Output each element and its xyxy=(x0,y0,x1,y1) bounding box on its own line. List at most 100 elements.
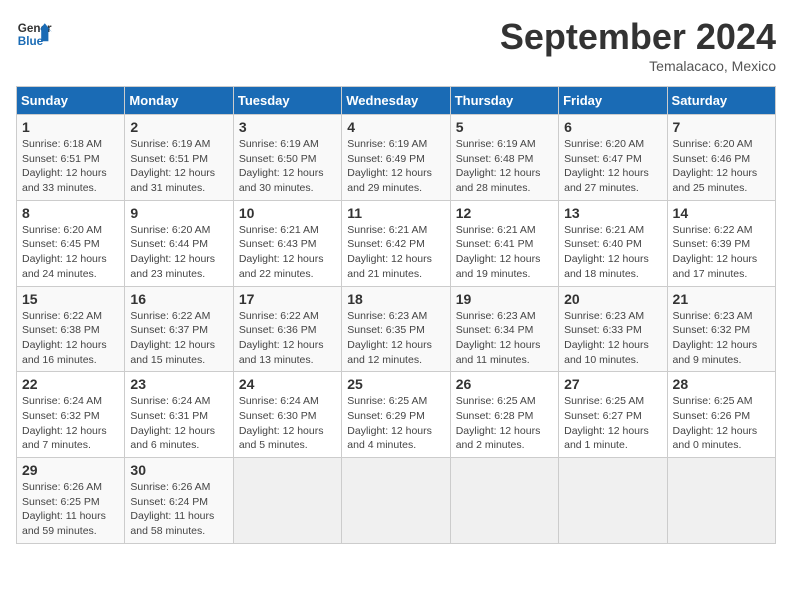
day-info: Sunrise: 6:19 AMSunset: 6:50 PMDaylight:… xyxy=(239,138,324,194)
day-number: 16 xyxy=(130,291,227,307)
calendar-cell xyxy=(342,458,450,544)
day-number: 29 xyxy=(22,462,119,478)
day-number: 27 xyxy=(564,376,661,392)
day-info: Sunrise: 6:26 AMSunset: 6:24 PMDaylight:… xyxy=(130,481,214,537)
day-info: Sunrise: 6:20 AMSunset: 6:47 PMDaylight:… xyxy=(564,138,649,194)
day-number: 9 xyxy=(130,205,227,221)
day-info: Sunrise: 6:21 AMSunset: 6:43 PMDaylight:… xyxy=(239,224,324,280)
day-info: Sunrise: 6:20 AMSunset: 6:46 PMDaylight:… xyxy=(673,138,758,194)
weekday-header-row: Sunday Monday Tuesday Wednesday Thursday… xyxy=(17,87,776,115)
logo: General Blue xyxy=(16,16,52,52)
header-thursday: Thursday xyxy=(450,87,558,115)
day-info: Sunrise: 6:22 AMSunset: 6:37 PMDaylight:… xyxy=(130,310,215,366)
calendar-cell: 24 Sunrise: 6:24 AMSunset: 6:30 PMDaylig… xyxy=(233,372,341,458)
day-info: Sunrise: 6:22 AMSunset: 6:36 PMDaylight:… xyxy=(239,310,324,366)
calendar-cell: 28 Sunrise: 6:25 AMSunset: 6:26 PMDaylig… xyxy=(667,372,775,458)
calendar-cell: 30 Sunrise: 6:26 AMSunset: 6:24 PMDaylig… xyxy=(125,458,233,544)
calendar-week-row: 1 Sunrise: 6:18 AMSunset: 6:51 PMDayligh… xyxy=(17,115,776,201)
calendar-cell: 2 Sunrise: 6:19 AMSunset: 6:51 PMDayligh… xyxy=(125,115,233,201)
calendar-cell xyxy=(559,458,667,544)
day-info: Sunrise: 6:25 AMSunset: 6:29 PMDaylight:… xyxy=(347,395,432,451)
day-number: 25 xyxy=(347,376,444,392)
day-number: 20 xyxy=(564,291,661,307)
calendar-cell: 12 Sunrise: 6:21 AMSunset: 6:41 PMDaylig… xyxy=(450,200,558,286)
calendar-cell: 16 Sunrise: 6:22 AMSunset: 6:37 PMDaylig… xyxy=(125,286,233,372)
day-info: Sunrise: 6:20 AMSunset: 6:44 PMDaylight:… xyxy=(130,224,215,280)
header-monday: Monday xyxy=(125,87,233,115)
day-number: 26 xyxy=(456,376,553,392)
header-tuesday: Tuesday xyxy=(233,87,341,115)
logo-icon: General Blue xyxy=(16,16,52,52)
calendar-cell: 1 Sunrise: 6:18 AMSunset: 6:51 PMDayligh… xyxy=(17,115,125,201)
calendar-cell: 20 Sunrise: 6:23 AMSunset: 6:33 PMDaylig… xyxy=(559,286,667,372)
calendar-cell: 7 Sunrise: 6:20 AMSunset: 6:46 PMDayligh… xyxy=(667,115,775,201)
day-number: 22 xyxy=(22,376,119,392)
day-info: Sunrise: 6:21 AMSunset: 6:40 PMDaylight:… xyxy=(564,224,649,280)
day-info: Sunrise: 6:23 AMSunset: 6:32 PMDaylight:… xyxy=(673,310,758,366)
calendar-cell xyxy=(233,458,341,544)
day-number: 2 xyxy=(130,119,227,135)
calendar-cell: 10 Sunrise: 6:21 AMSunset: 6:43 PMDaylig… xyxy=(233,200,341,286)
calendar-cell: 11 Sunrise: 6:21 AMSunset: 6:42 PMDaylig… xyxy=(342,200,450,286)
title-area: September 2024 Temalacaco, Mexico xyxy=(500,16,776,74)
day-number: 3 xyxy=(239,119,336,135)
day-info: Sunrise: 6:18 AMSunset: 6:51 PMDaylight:… xyxy=(22,138,107,194)
calendar-week-row: 8 Sunrise: 6:20 AMSunset: 6:45 PMDayligh… xyxy=(17,200,776,286)
day-number: 15 xyxy=(22,291,119,307)
day-number: 7 xyxy=(673,119,770,135)
day-info: Sunrise: 6:23 AMSunset: 6:34 PMDaylight:… xyxy=(456,310,541,366)
day-info: Sunrise: 6:21 AMSunset: 6:41 PMDaylight:… xyxy=(456,224,541,280)
day-number: 21 xyxy=(673,291,770,307)
day-info: Sunrise: 6:26 AMSunset: 6:25 PMDaylight:… xyxy=(22,481,106,537)
calendar-cell: 26 Sunrise: 6:25 AMSunset: 6:28 PMDaylig… xyxy=(450,372,558,458)
day-info: Sunrise: 6:19 AMSunset: 6:51 PMDaylight:… xyxy=(130,138,215,194)
day-number: 10 xyxy=(239,205,336,221)
day-number: 13 xyxy=(564,205,661,221)
calendar-cell xyxy=(450,458,558,544)
day-info: Sunrise: 6:22 AMSunset: 6:39 PMDaylight:… xyxy=(673,224,758,280)
calendar-cell: 27 Sunrise: 6:25 AMSunset: 6:27 PMDaylig… xyxy=(559,372,667,458)
header-saturday: Saturday xyxy=(667,87,775,115)
calendar-table: Sunday Monday Tuesday Wednesday Thursday… xyxy=(16,86,776,544)
day-info: Sunrise: 6:23 AMSunset: 6:33 PMDaylight:… xyxy=(564,310,649,366)
day-info: Sunrise: 6:24 AMSunset: 6:32 PMDaylight:… xyxy=(22,395,107,451)
day-info: Sunrise: 6:22 AMSunset: 6:38 PMDaylight:… xyxy=(22,310,107,366)
day-info: Sunrise: 6:20 AMSunset: 6:45 PMDaylight:… xyxy=(22,224,107,280)
day-info: Sunrise: 6:24 AMSunset: 6:31 PMDaylight:… xyxy=(130,395,215,451)
calendar-week-row: 22 Sunrise: 6:24 AMSunset: 6:32 PMDaylig… xyxy=(17,372,776,458)
calendar-cell: 21 Sunrise: 6:23 AMSunset: 6:32 PMDaylig… xyxy=(667,286,775,372)
calendar-week-row: 15 Sunrise: 6:22 AMSunset: 6:38 PMDaylig… xyxy=(17,286,776,372)
calendar-cell: 14 Sunrise: 6:22 AMSunset: 6:39 PMDaylig… xyxy=(667,200,775,286)
day-number: 5 xyxy=(456,119,553,135)
day-number: 18 xyxy=(347,291,444,307)
calendar-cell: 25 Sunrise: 6:25 AMSunset: 6:29 PMDaylig… xyxy=(342,372,450,458)
calendar-cell: 17 Sunrise: 6:22 AMSunset: 6:36 PMDaylig… xyxy=(233,286,341,372)
calendar-cell: 6 Sunrise: 6:20 AMSunset: 6:47 PMDayligh… xyxy=(559,115,667,201)
calendar-cell: 22 Sunrise: 6:24 AMSunset: 6:32 PMDaylig… xyxy=(17,372,125,458)
calendar-cell: 3 Sunrise: 6:19 AMSunset: 6:50 PMDayligh… xyxy=(233,115,341,201)
header-sunday: Sunday xyxy=(17,87,125,115)
day-number: 23 xyxy=(130,376,227,392)
day-number: 24 xyxy=(239,376,336,392)
day-info: Sunrise: 6:23 AMSunset: 6:35 PMDaylight:… xyxy=(347,310,432,366)
month-title: September 2024 xyxy=(500,16,776,58)
header-wednesday: Wednesday xyxy=(342,87,450,115)
calendar-cell: 9 Sunrise: 6:20 AMSunset: 6:44 PMDayligh… xyxy=(125,200,233,286)
day-info: Sunrise: 6:25 AMSunset: 6:28 PMDaylight:… xyxy=(456,395,541,451)
calendar-week-row: 29 Sunrise: 6:26 AMSunset: 6:25 PMDaylig… xyxy=(17,458,776,544)
calendar-cell: 29 Sunrise: 6:26 AMSunset: 6:25 PMDaylig… xyxy=(17,458,125,544)
calendar-cell: 13 Sunrise: 6:21 AMSunset: 6:40 PMDaylig… xyxy=(559,200,667,286)
day-info: Sunrise: 6:24 AMSunset: 6:30 PMDaylight:… xyxy=(239,395,324,451)
header-friday: Friday xyxy=(559,87,667,115)
day-number: 8 xyxy=(22,205,119,221)
svg-text:Blue: Blue xyxy=(18,35,44,48)
calendar-cell: 19 Sunrise: 6:23 AMSunset: 6:34 PMDaylig… xyxy=(450,286,558,372)
day-number: 12 xyxy=(456,205,553,221)
location-subtitle: Temalacaco, Mexico xyxy=(500,58,776,74)
calendar-cell: 5 Sunrise: 6:19 AMSunset: 6:48 PMDayligh… xyxy=(450,115,558,201)
day-number: 11 xyxy=(347,205,444,221)
calendar-cell: 23 Sunrise: 6:24 AMSunset: 6:31 PMDaylig… xyxy=(125,372,233,458)
calendar-cell: 18 Sunrise: 6:23 AMSunset: 6:35 PMDaylig… xyxy=(342,286,450,372)
calendar-cell: 15 Sunrise: 6:22 AMSunset: 6:38 PMDaylig… xyxy=(17,286,125,372)
calendar-cell: 8 Sunrise: 6:20 AMSunset: 6:45 PMDayligh… xyxy=(17,200,125,286)
